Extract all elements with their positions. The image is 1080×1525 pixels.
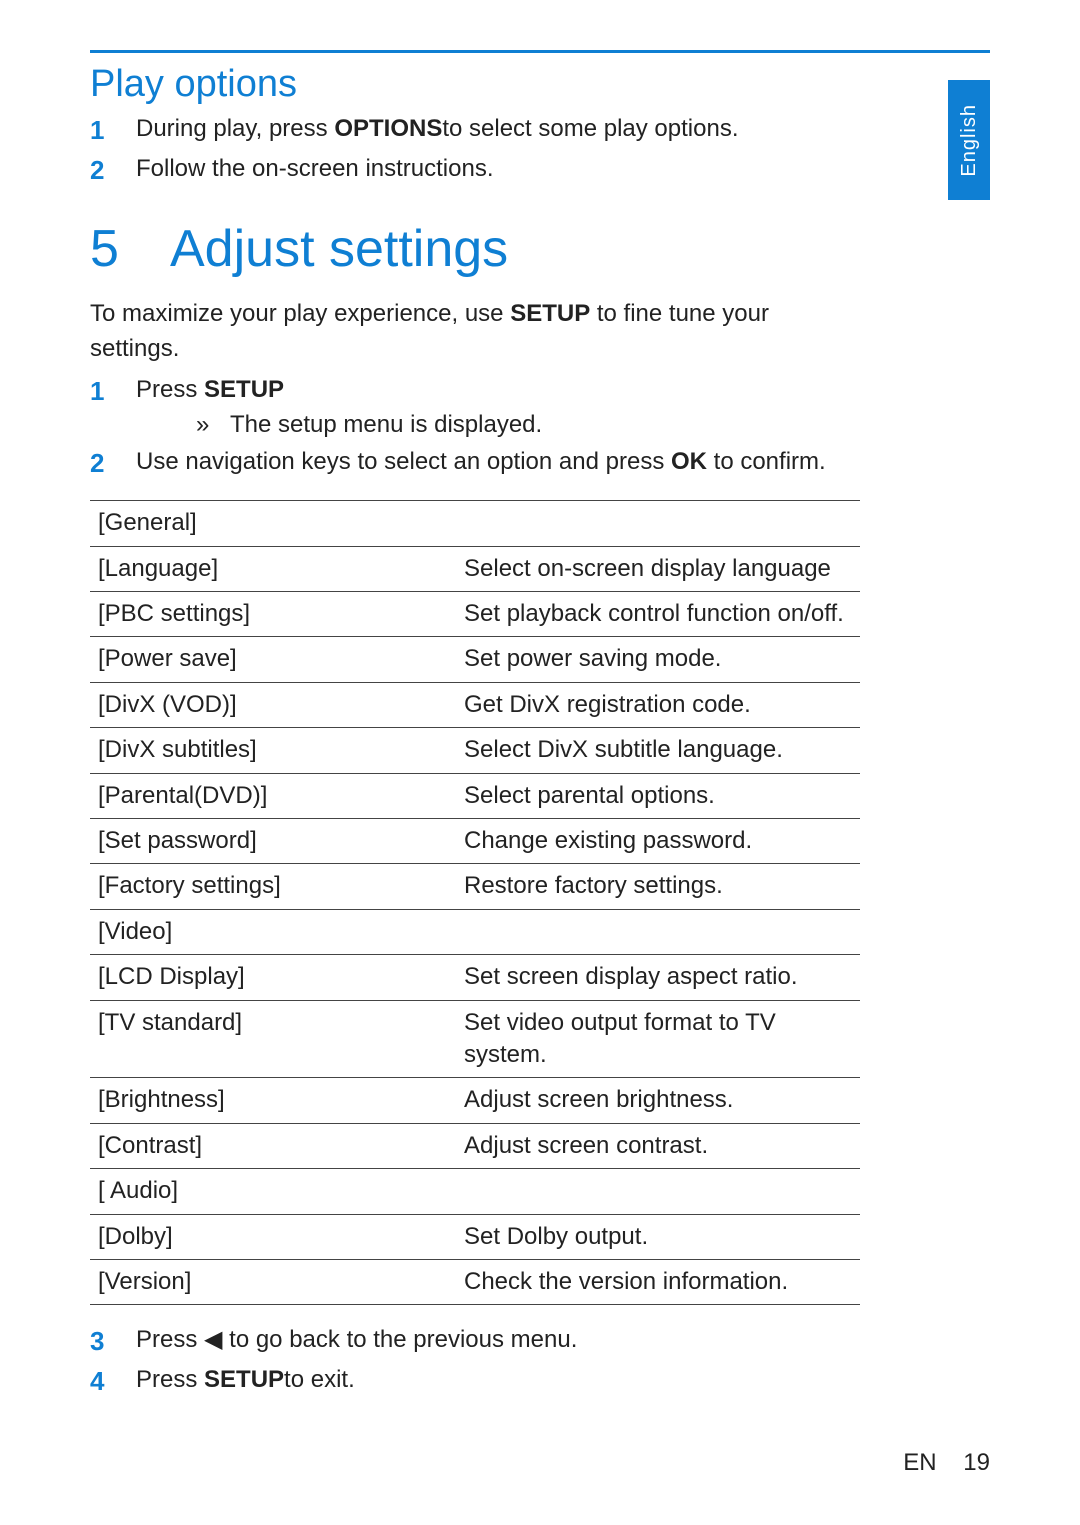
table-row: [Parental(DVD)]Select parental options. [90,773,860,818]
setting-key: [TV standard] [90,1000,456,1078]
setting-description: Set Dolby output. [456,1214,860,1259]
page-footer: EN 19 [903,1449,990,1477]
setting-key: [Parental(DVD)] [90,773,456,818]
step-text: to confirm. [707,448,826,475]
step-text: Press [136,376,204,403]
table-row: [TV standard]Set video output format to … [90,1000,860,1078]
footer-page-number: 19 [963,1449,990,1476]
ok-key-label: OK [671,448,707,475]
language-tab: English [948,80,990,200]
setting-description: Get DivX registration code. [456,682,860,727]
step-text: to go back to the previous menu. [222,1326,577,1353]
adjust-step-2: 2 Use navigation keys to select an optio… [90,445,860,483]
sub-step: »The setup menu is displayed. [196,408,860,443]
step-text: to exit. [284,1366,355,1393]
step-text: to select some play options. [442,115,738,142]
intro-text: To maximize your play experience, use [90,300,510,327]
setting-key: [LCD Display] [90,955,456,1000]
setting-description [456,1169,860,1214]
adjust-step-4: 4 Press SETUPto exit. [90,1363,860,1401]
language-tab-label: English [958,104,981,177]
play-options-heading: Play options [90,63,860,106]
left-arrow-icon: ◀ [204,1326,222,1353]
setup-key-label: SETUP [204,376,284,403]
setting-key: [Brightness] [90,1078,456,1123]
chapter-title: Adjust settings [170,219,508,279]
setting-description: Select DivX subtitle language. [456,728,860,773]
table-row: [PBC settings]Set playback control funct… [90,592,860,637]
setting-key: [General] [90,501,456,546]
setting-key: [DivX (VOD)] [90,682,456,727]
table-row: [Version]Check the version information. [90,1259,860,1304]
play-step-2: 2 Follow the on-screen instructions. [90,152,860,190]
setup-key-label: SETUP [510,300,590,327]
setting-key: [Power save] [90,637,456,682]
table-row: [ Audio] [90,1169,860,1214]
step-number: 1 [90,112,136,150]
table-row: [General] [90,501,860,546]
setting-description [456,909,860,954]
setting-description: Set playback control function on/off. [456,592,860,637]
setting-key: [Language] [90,546,456,591]
result-arrow-icon: » [196,408,230,443]
setting-description [456,501,860,546]
table-row: [Video] [90,909,860,954]
step-text: Press [136,1366,204,1393]
step-text: During play, press [136,115,334,142]
step-text: Use navigation keys to select an option … [136,448,671,475]
setting-description: Adjust screen brightness. [456,1078,860,1123]
settings-table: [General][Language]Select on-screen disp… [90,500,860,1305]
sub-step-text: The setup menu is displayed. [230,411,542,438]
setting-key: [Contrast] [90,1123,456,1168]
table-row: [Language]Select on-screen display langu… [90,546,860,591]
step-number: 2 [90,152,136,190]
setting-description: Set video output format to TV system. [456,1000,860,1078]
setup-key-label: SETUP [204,1366,284,1393]
step-number: 3 [90,1323,136,1361]
setting-key: [PBC settings] [90,592,456,637]
table-row: [Power save]Set power saving mode. [90,637,860,682]
step-text: Follow the on-screen instructions. [136,152,860,187]
table-row: [Brightness]Adjust screen brightness. [90,1078,860,1123]
setting-description: Check the version information. [456,1259,860,1304]
table-row: [Set password]Change existing password. [90,818,860,863]
top-rule [90,50,990,53]
footer-lang: EN [903,1449,936,1476]
adjust-step-1: 1 Press SETUP »The setup menu is display… [90,373,860,443]
chapter-heading: 5 Adjust settings [90,219,860,279]
setting-description: Select on-screen display language [456,546,860,591]
setting-description: Change existing password. [456,818,860,863]
step-text: Press [136,1326,204,1353]
setting-key: [Video] [90,909,456,954]
table-row: [Contrast]Adjust screen contrast. [90,1123,860,1168]
chapter-intro: To maximize your play experience, use SE… [90,297,860,367]
step-number: 1 [90,373,136,411]
adjust-step-3: 3 Press ◀ to go back to the previous men… [90,1323,860,1361]
play-step-1: 1 During play, press OPTIONSto select so… [90,112,860,150]
table-row: [DivX (VOD)]Get DivX registration code. [90,682,860,727]
table-row: [Dolby]Set Dolby output. [90,1214,860,1259]
chapter-number: 5 [90,219,170,279]
setting-description: Set screen display aspect ratio. [456,955,860,1000]
step-number: 4 [90,1363,136,1401]
setting-key: [Version] [90,1259,456,1304]
table-row: [LCD Display]Set screen display aspect r… [90,955,860,1000]
table-row: [Factory settings]Restore factory settin… [90,864,860,909]
setting-key: [DivX subtitles] [90,728,456,773]
setting-key: [Set password] [90,818,456,863]
setting-description: Restore factory settings. [456,864,860,909]
setting-key: [Dolby] [90,1214,456,1259]
setting-key: [Factory settings] [90,864,456,909]
step-number: 2 [90,445,136,483]
setting-description: Set power saving mode. [456,637,860,682]
setting-description: Adjust screen contrast. [456,1123,860,1168]
setting-description: Select parental options. [456,773,860,818]
table-row: [DivX subtitles]Select DivX subtitle lan… [90,728,860,773]
options-key-label: OPTIONS [334,115,442,142]
setting-key: [ Audio] [90,1169,456,1214]
